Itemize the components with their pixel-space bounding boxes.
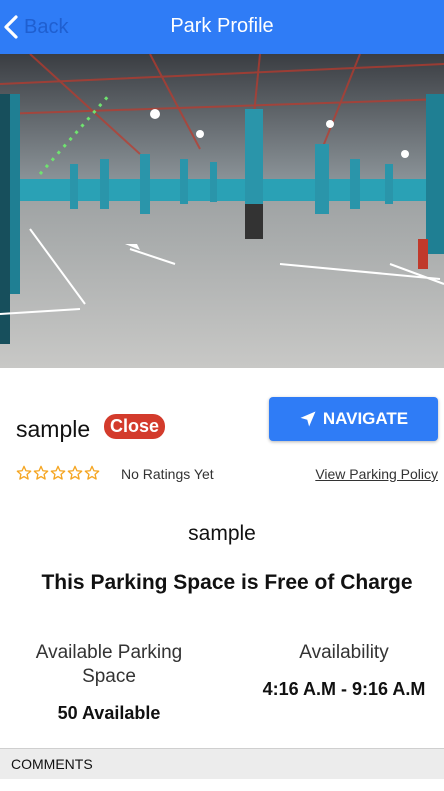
- ratings-text: No Ratings Yet: [121, 466, 214, 482]
- available-space-section: Available Parking Space 50 Available: [19, 641, 199, 724]
- navigate-button[interactable]: NAVIGATE: [269, 397, 438, 441]
- star-outline-icon: [84, 465, 100, 480]
- page-title: Park Profile: [170, 15, 274, 37]
- star-outline-icon: [33, 465, 49, 480]
- top-app-bar: Back Park Profile: [0, 0, 444, 54]
- availability-section: Availability 4:16 A.M - 9:16 A.M: [244, 641, 444, 700]
- comments-header: COMMENTS: [0, 748, 444, 779]
- view-parking-policy-link[interactable]: View Parking Policy: [315, 466, 438, 482]
- price-text: This Parking Space is Free of Charge: [41, 571, 413, 594]
- star-outline-icon: [16, 465, 32, 480]
- park-name: sample: [16, 416, 91, 442]
- navigate-label: NAVIGATE: [322, 409, 409, 428]
- available-space-value: 50 Available: [57, 703, 161, 723]
- availability-label: Availability: [299, 642, 389, 663]
- parking-photo: [0, 54, 444, 368]
- star-outline-icon: [50, 465, 66, 480]
- available-space-label: Available Parking Space: [35, 642, 183, 687]
- navigation-arrow-icon: [300, 411, 316, 427]
- rating-stars[interactable]: [16, 465, 101, 481]
- comments-label: COMMENTS: [11, 756, 93, 772]
- park-subtitle: sample: [188, 522, 256, 545]
- star-outline-icon: [67, 465, 83, 480]
- status-badge: Close: [104, 414, 166, 439]
- availability-hours: 4:16 A.M - 9:16 A.M: [262, 679, 426, 699]
